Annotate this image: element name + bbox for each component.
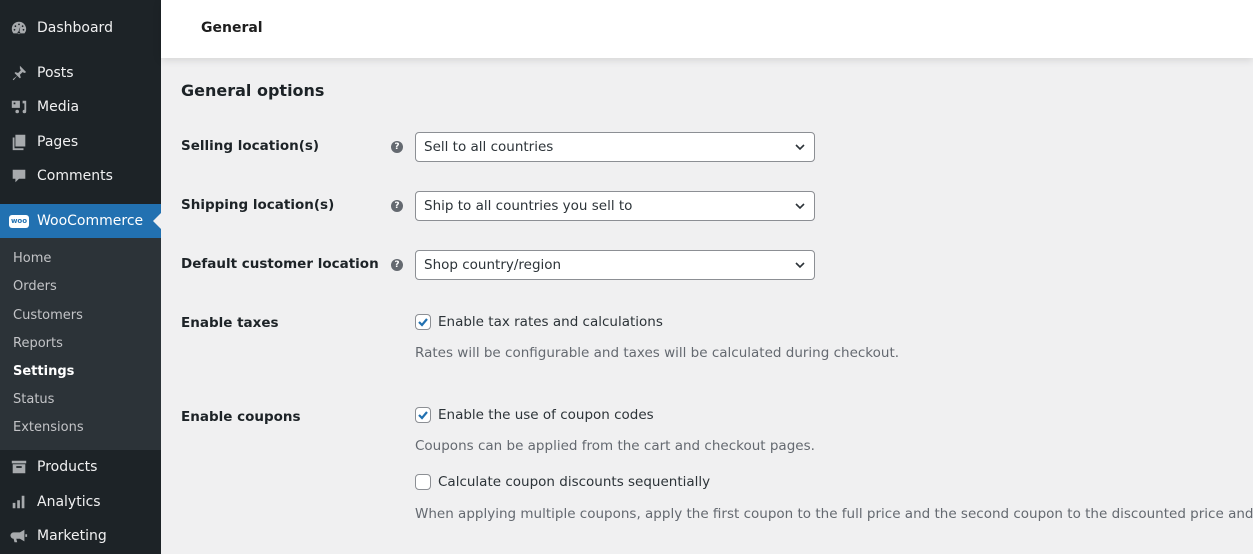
checkbox-label[interactable]: Enable tax rates and calculations: [438, 314, 663, 330]
submenu-item-orders[interactable]: Orders: [13, 279, 57, 294]
checkbox-label[interactable]: Enable the use of coupon codes: [438, 407, 654, 423]
select-value: Sell to all countries: [424, 139, 554, 155]
default-customer-location-select[interactable]: Shop country/region: [415, 250, 815, 280]
comment-icon: [9, 166, 29, 186]
menu-item-analytics[interactable]: Analytics: [0, 485, 161, 519]
sequential-coupons-checkbox[interactable]: [415, 474, 431, 490]
checkbox-label[interactable]: Calculate coupon discounts sequentially: [438, 474, 710, 490]
shipping-location-label: Shipping location(s): [181, 197, 335, 213]
section-title: General options: [181, 81, 325, 100]
menu-item-label: Products: [37, 459, 98, 475]
select-value: Ship to all countries you sell to: [424, 198, 633, 214]
menu-item-marketing[interactable]: Marketing: [0, 519, 161, 553]
submenu-item-settings[interactable]: Settings: [13, 364, 74, 379]
enable-taxes-checkbox[interactable]: [415, 314, 431, 330]
menu-item-products[interactable]: Products: [0, 450, 161, 484]
submenu-item-status[interactable]: Status: [13, 392, 54, 407]
sequential-coupons-option: Calculate coupon discounts sequentially: [415, 474, 710, 490]
menu-item-label: Comments: [37, 168, 113, 184]
megaphone-icon: [9, 526, 29, 546]
enable-coupons-option: Enable the use of coupon codes: [415, 407, 654, 423]
chevron-down-icon: [794, 200, 806, 212]
menu-item-pages[interactable]: Pages: [0, 125, 161, 159]
bar-chart-icon: [9, 492, 29, 512]
admin-sidebar: Dashboard Posts Media Pages Comments woo…: [0, 0, 161, 554]
menu-item-label: Dashboard: [37, 20, 113, 36]
coupons-description: Coupons can be applied from the cart and…: [415, 438, 815, 454]
selling-location-label: Selling location(s): [181, 138, 320, 154]
enable-taxes-label: Enable taxes: [181, 315, 279, 331]
woocommerce-submenu: Home Orders Customers Reports Settings S…: [0, 238, 161, 450]
enable-taxes-option: Enable tax rates and calculations: [415, 314, 663, 330]
media-icon: [9, 97, 29, 117]
pages-icon: [9, 132, 29, 152]
menu-item-label: Pages: [37, 134, 79, 150]
help-icon[interactable]: ?: [391, 259, 403, 271]
active-indicator-arrow: [153, 213, 161, 229]
taxes-description: Rates will be configurable and taxes wil…: [415, 345, 900, 361]
submenu-item-reports[interactable]: Reports: [13, 336, 63, 351]
sequential-coupons-description: When applying multiple coupons, apply th…: [415, 506, 1253, 522]
menu-item-media[interactable]: Media: [0, 90, 161, 124]
menu-item-dashboard[interactable]: Dashboard: [0, 11, 161, 45]
menu-item-label: Media: [37, 99, 80, 115]
menu-item-posts[interactable]: Posts: [0, 56, 161, 90]
shipping-location-select[interactable]: Ship to all countries you sell to: [415, 191, 815, 221]
menu-item-label: Posts: [37, 65, 74, 81]
dashboard-icon: [9, 18, 29, 38]
menu-item-woocommerce[interactable]: woo WooCommerce: [0, 204, 161, 238]
submenu-item-home[interactable]: Home: [13, 251, 51, 266]
pin-icon: [9, 63, 29, 83]
submenu-item-customers[interactable]: Customers: [13, 308, 83, 323]
selling-location-select[interactable]: Sell to all countries: [415, 132, 815, 162]
menu-item-label: Analytics: [37, 494, 101, 510]
page-title: General: [201, 20, 263, 36]
menu-item-comments[interactable]: Comments: [0, 159, 161, 193]
woo-icon: woo: [8, 211, 30, 231]
menu-item-label: WooCommerce: [37, 213, 144, 229]
chevron-down-icon: [794, 141, 806, 153]
submenu-item-extensions[interactable]: Extensions: [13, 420, 84, 435]
select-value: Shop country/region: [424, 257, 562, 273]
help-icon[interactable]: ?: [391, 141, 403, 153]
chevron-down-icon: [794, 259, 806, 271]
page-header: General: [161, 0, 1253, 58]
enable-coupons-label: Enable coupons: [181, 409, 301, 425]
enable-coupons-checkbox[interactable]: [415, 407, 431, 423]
archive-icon: [9, 457, 29, 477]
woo-icon-text: woo: [8, 214, 30, 228]
help-icon[interactable]: ?: [391, 200, 403, 212]
menu-item-label: Marketing: [37, 528, 107, 544]
default-customer-location-label: Default customer location: [181, 256, 379, 272]
